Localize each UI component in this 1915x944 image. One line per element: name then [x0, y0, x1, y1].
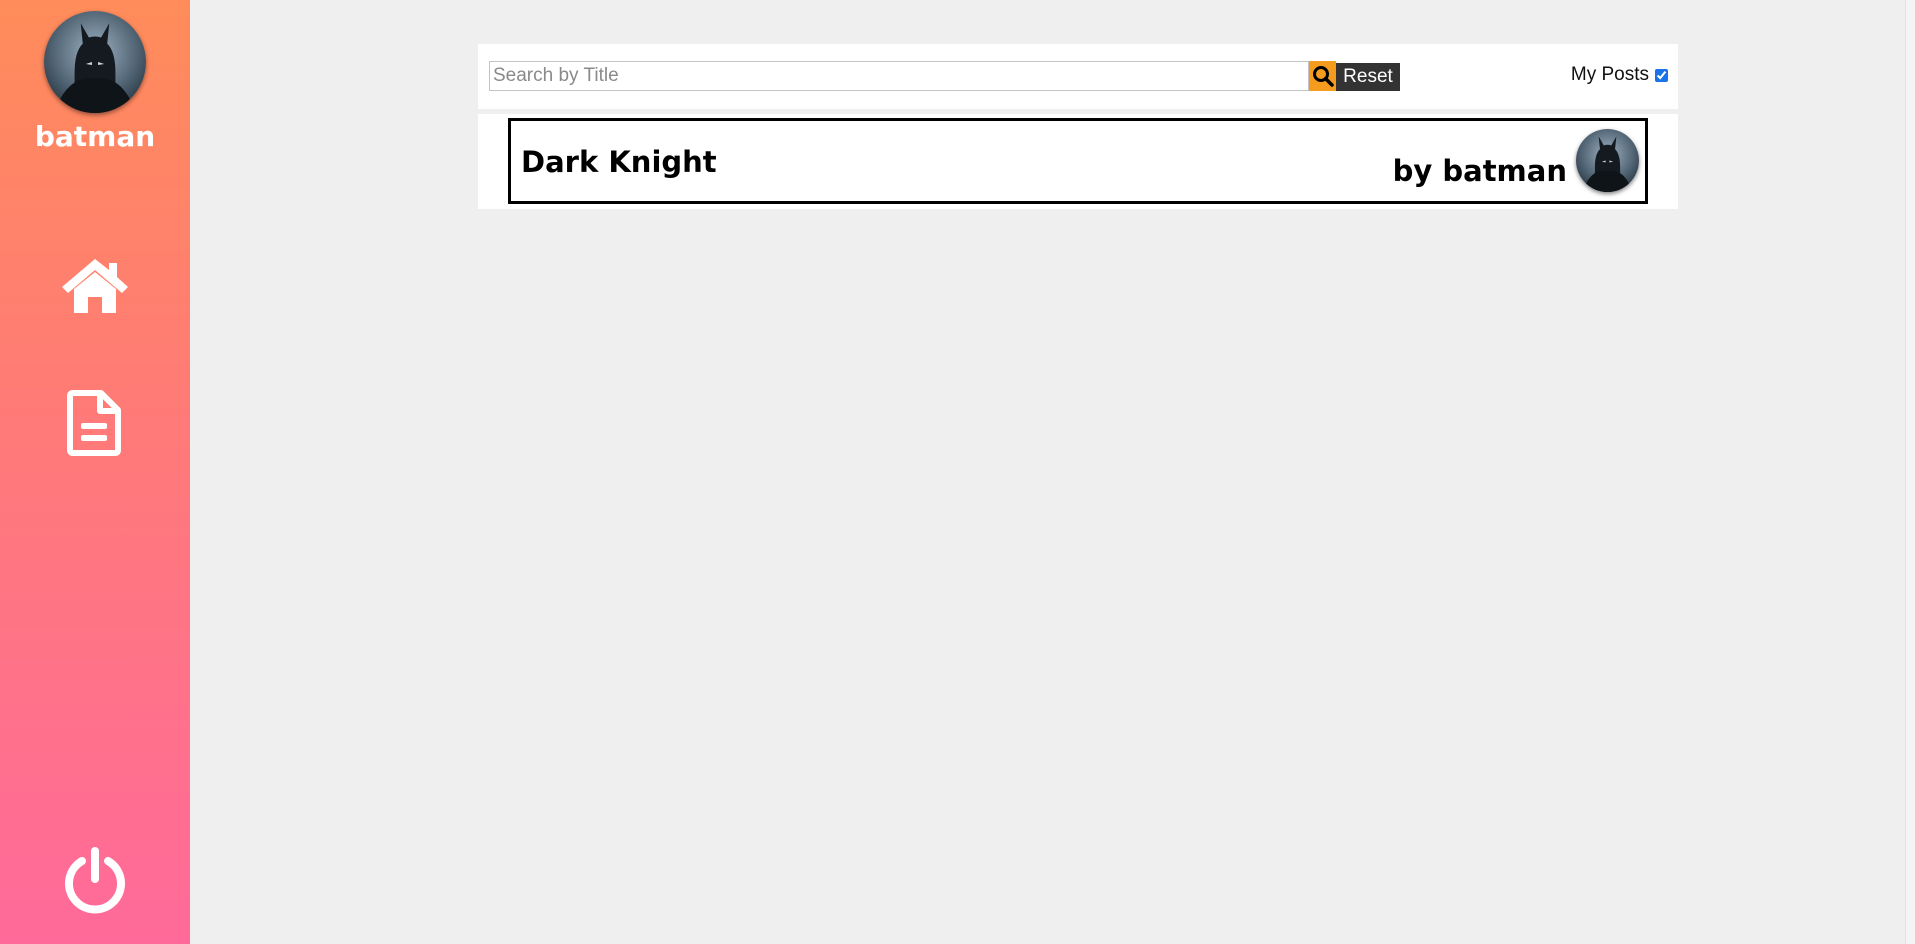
- search-button[interactable]: [1309, 61, 1336, 91]
- search-icon: [1312, 66, 1334, 87]
- batman-avatar-image: [44, 11, 146, 113]
- my-posts-filter[interactable]: My Posts: [1571, 64, 1668, 86]
- document-icon[interactable]: [67, 390, 121, 456]
- sidebar: batman: [0, 0, 190, 944]
- post-card[interactable]: Dark Knight by batman: [508, 118, 1648, 204]
- batman-avatar-image: [1576, 129, 1639, 192]
- post-author: by batman: [1392, 154, 1567, 188]
- my-posts-checkbox[interactable]: [1655, 68, 1668, 82]
- scrollbar-track[interactable]: [1905, 0, 1915, 944]
- my-posts-label: My Posts: [1570, 64, 1649, 85]
- home-icon[interactable]: [60, 255, 130, 315]
- search-input[interactable]: [489, 61, 1309, 91]
- user-avatar[interactable]: [44, 11, 146, 113]
- sidebar-username: batman: [34, 120, 156, 153]
- power-icon[interactable]: [60, 845, 130, 915]
- reset-button[interactable]: Reset: [1336, 63, 1400, 91]
- author-avatar: [1576, 129, 1639, 192]
- posts-list: Dark Knight by batman: [478, 114, 1678, 209]
- post-title: Dark Knight: [521, 145, 717, 179]
- search-toolbar: Reset My Posts: [478, 44, 1678, 109]
